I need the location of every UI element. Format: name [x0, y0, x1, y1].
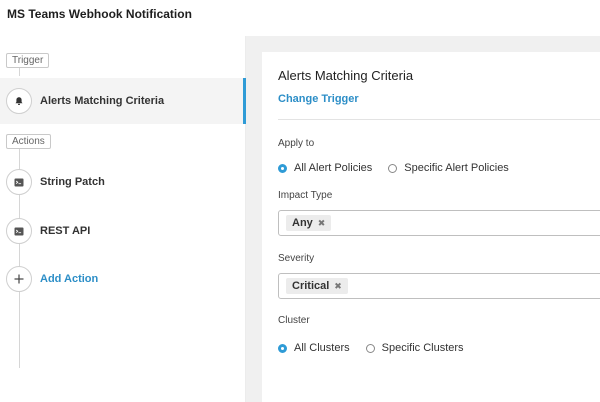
sidebar-item-rest-api[interactable]: REST API: [0, 208, 246, 254]
step-circle: [6, 169, 32, 195]
sidebar-item-alerts-matching-criteria[interactable]: Alerts Matching Criteria: [0, 78, 246, 124]
severity-input[interactable]: Critical ✖: [278, 273, 600, 299]
remove-chip-icon[interactable]: ✖: [318, 218, 326, 229]
chip-label: Critical: [292, 280, 330, 292]
bell-icon: [15, 97, 23, 105]
radio-label: Specific Alert Policies: [404, 162, 509, 174]
cluster-radio-group: All Clusters Specific Clusters: [278, 342, 480, 354]
step-circle: [6, 266, 32, 292]
header-bar: MS Teams Webhook Notification: [0, 0, 600, 36]
radio-selected-icon: [278, 163, 287, 173]
workflow-sidebar: Trigger Alerts Matching Criteria Actions…: [0, 36, 246, 402]
sidebar-item-label: Alerts Matching Criteria: [40, 95, 165, 107]
impact-type-chip: Any ✖: [286, 215, 332, 231]
radio-label: Specific Clusters: [381, 342, 464, 354]
divider: [278, 119, 600, 120]
severity-label: Severity: [278, 253, 315, 264]
radio-label: All Clusters: [294, 342, 350, 354]
sidebar-item-label: String Patch: [40, 176, 105, 188]
add-action-button[interactable]: Add Action: [0, 256, 246, 302]
radio-selected-icon: [278, 343, 287, 353]
apply-to-radio-group: All Alert Policies Specific Alert Polici…: [278, 162, 525, 174]
radio-specific-clusters[interactable]: Specific Clusters: [365, 342, 464, 354]
apply-to-label: Apply to: [278, 138, 315, 149]
remove-chip-icon[interactable]: ✖: [334, 281, 342, 292]
actions-section-tag: Actions: [6, 134, 51, 149]
panel-title: Alerts Matching Criteria: [278, 68, 414, 83]
radio-unselected-icon: [365, 343, 375, 353]
page-title: MS Teams Webhook Notification: [7, 7, 192, 21]
radio-all-clusters[interactable]: All Clusters: [278, 342, 350, 354]
add-action-label: Add Action: [40, 273, 99, 285]
criteria-panel: Alerts Matching Criteria Change Trigger …: [262, 52, 600, 402]
radio-all-alert-policies[interactable]: All Alert Policies: [278, 162, 372, 174]
radio-specific-alert-policies[interactable]: Specific Alert Policies: [388, 162, 509, 174]
cluster-label: Cluster: [278, 315, 310, 326]
impact-type-label: Impact Type: [278, 190, 333, 201]
trigger-section-tag: Trigger: [6, 53, 50, 68]
terminal-icon: [14, 178, 24, 186]
sidebar-item-string-patch[interactable]: String Patch: [0, 159, 246, 205]
step-circle: [6, 218, 32, 244]
radio-label: All Alert Policies: [294, 162, 373, 174]
chip-label: Any: [292, 217, 313, 229]
terminal-icon: [14, 227, 24, 235]
step-circle: [6, 88, 32, 114]
change-trigger-link[interactable]: Change Trigger: [278, 93, 359, 105]
severity-chip: Critical ✖: [286, 278, 348, 294]
sidebar-item-label: REST API: [40, 225, 91, 237]
impact-type-input[interactable]: Any ✖: [278, 210, 600, 236]
plus-icon: [14, 274, 24, 284]
radio-unselected-icon: [388, 163, 398, 173]
